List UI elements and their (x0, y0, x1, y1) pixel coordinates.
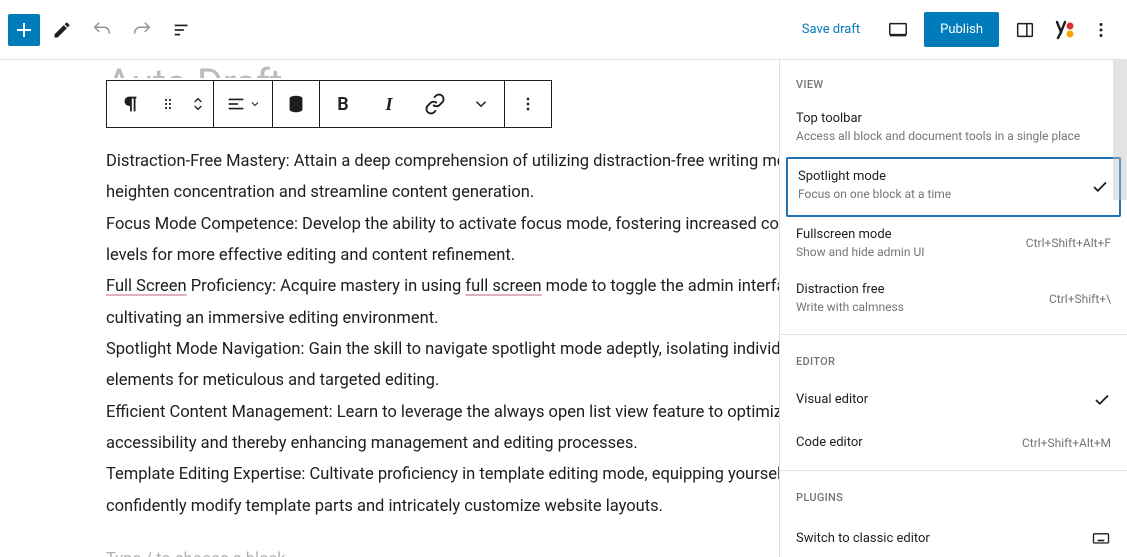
block-toolbar: B I (106, 80, 552, 128)
redo-icon (131, 19, 153, 41)
publish-button[interactable]: Publish (924, 12, 999, 47)
options-menu-button[interactable] (1083, 12, 1119, 48)
settings-sidebar-button[interactable] (1007, 12, 1043, 48)
chevrons-icon (190, 93, 206, 115)
align-button[interactable] (214, 81, 272, 127)
panel-divider (780, 334, 1127, 335)
italic-button[interactable]: I (366, 81, 412, 127)
option-title: Spotlight mode (798, 169, 1109, 184)
desktop-icon (887, 19, 909, 41)
drag-handle[interactable] (153, 81, 183, 127)
document-overview-button[interactable] (164, 12, 200, 48)
option-code-editor[interactable]: Code editor Ctrl+Shift+Alt+M (780, 421, 1127, 464)
block-more-options-button[interactable] (505, 81, 551, 127)
align-left-icon (225, 93, 247, 115)
option-spotlight-mode[interactable]: Spotlight mode Focus on one block at a t… (786, 157, 1121, 217)
option-top-toolbar[interactable]: Top toolbar Access all block and documen… (780, 101, 1127, 157)
redo-button[interactable] (124, 12, 160, 48)
option-shortcut: Ctrl+Shift+\ (1039, 292, 1111, 306)
check-icon (1091, 178, 1109, 196)
option-classic-editor[interactable]: Switch to classic editor (780, 514, 1127, 557)
block-type-button[interactable] (107, 81, 153, 127)
link-icon (424, 93, 446, 115)
options-menu-panel: View Top toolbar Access all block and do… (779, 60, 1127, 557)
option-title: Code editor (796, 435, 1012, 450)
save-draft-button[interactable]: Save draft (790, 14, 872, 45)
panel-section-view: View (780, 64, 1127, 101)
option-desc: Write with calmness (796, 299, 1039, 316)
option-shortcut: Ctrl+Shift+Alt+M (1012, 436, 1111, 450)
option-shortcut: Ctrl+Shift+Alt+F (1016, 236, 1111, 250)
plus-icon (12, 18, 36, 42)
sidebar-icon (1014, 19, 1036, 41)
undo-button[interactable] (84, 12, 120, 48)
yoast-icon (1051, 18, 1075, 42)
more-vertical-icon (1090, 19, 1112, 41)
paragraph-block[interactable]: Distraction-Free Mastery: Attain a deep … (106, 146, 886, 522)
option-title: Top toolbar (796, 111, 1111, 126)
editor-header: Save draft Publish (0, 0, 1127, 60)
empty-block-placeholder[interactable]: Type / to choose a block (106, 550, 886, 557)
option-fullscreen-mode[interactable]: Fullscreen mode Show and hide admin UI C… (780, 217, 1127, 273)
yoast-seo-button[interactable] (1051, 18, 1075, 42)
option-desc: Focus on one block at a time (798, 186, 1109, 203)
option-title: Switch to classic editor (796, 531, 1081, 546)
panel-section-editor: Editor (780, 341, 1127, 378)
option-desc: Access all block and document tools in a… (796, 128, 1111, 145)
option-title: Visual editor (796, 392, 1111, 407)
tools-button[interactable] (44, 12, 80, 48)
more-rich-text-button[interactable] (458, 81, 504, 127)
preview-button[interactable] (880, 12, 916, 48)
ai-toolbar-button[interactable] (273, 81, 319, 127)
option-visual-editor[interactable]: Visual editor (780, 378, 1127, 421)
option-distraction-free[interactable]: Distraction free Write with calmness Ctr… (780, 272, 1127, 328)
add-block-button[interactable] (8, 14, 40, 46)
option-desc: Show and hide admin UI (796, 244, 1016, 261)
panel-divider (780, 470, 1127, 471)
check-icon (1093, 391, 1111, 409)
post-title-placeholder[interactable]: Auto Draft (106, 64, 886, 78)
scrollbar[interactable] (1113, 60, 1127, 200)
database-icon (285, 93, 307, 115)
header-left-tools (8, 12, 200, 48)
undo-icon (91, 19, 113, 41)
link-button[interactable] (412, 81, 458, 127)
drag-icon (160, 96, 176, 112)
chevron-down-icon (249, 98, 261, 110)
bold-button[interactable]: B (320, 81, 366, 127)
list-view-icon (171, 19, 193, 41)
option-title: Fullscreen mode (796, 227, 1016, 242)
more-vertical-icon (518, 94, 538, 114)
post-content: Auto Draft (106, 60, 886, 557)
pencil-icon (52, 20, 72, 40)
header-right-tools: Save draft Publish (790, 12, 1119, 48)
option-title: Distraction free (796, 282, 1039, 297)
move-up-down-button[interactable] (183, 81, 213, 127)
chevron-down-icon (472, 95, 490, 113)
paragraph-icon (119, 93, 141, 115)
panel-section-plugins: Plugins (780, 477, 1127, 514)
keyboard-icon (1081, 528, 1111, 548)
